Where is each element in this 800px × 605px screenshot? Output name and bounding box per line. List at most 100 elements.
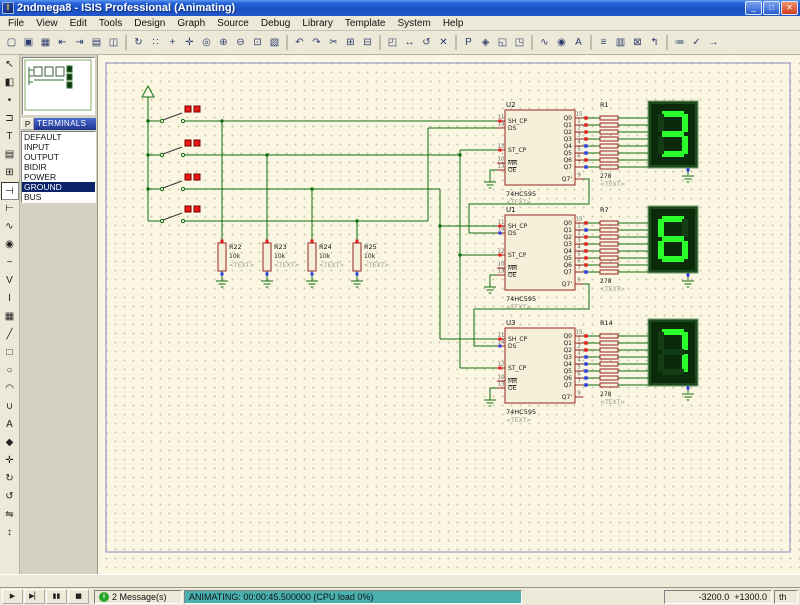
resistor-r25[interactable]: R2510k<TEXT> [351,221,389,287]
new-file-icon[interactable]: ▢ [3,34,20,51]
path-2d-icon[interactable]: ∪ [1,398,19,416]
grid-toggle-icon[interactable]: ∷ [147,34,164,51]
menu-item[interactable]: View [30,18,64,29]
new-sheet-icon[interactable]: ▥ [612,34,629,51]
menu-item[interactable]: Debug [255,18,296,29]
menu-item[interactable]: System [391,18,436,29]
menu-item[interactable]: Edit [64,18,93,29]
paste-icon[interactable]: ⊟ [359,34,376,51]
ic-u3[interactable]: U374HC595<TEXT>SH_CP11DS14ST_CP12MR10OE1… [484,319,583,424]
resistor-network-r1[interactable]: R1278<TEXT> [583,101,648,188]
bus-mode-icon[interactable]: ▤ [1,146,19,164]
text-script-mode-icon[interactable]: T [1,128,19,146]
menu-item[interactable]: Help [437,18,470,29]
message-box[interactable]: i 2 Message(s) [94,590,182,604]
rotate-ccw-icon[interactable]: ↺ [1,488,19,506]
overview-panel[interactable] [22,57,95,115]
goto-sheet-icon[interactable]: ↰ [646,34,663,51]
mirror-y-icon[interactable]: ↕ [1,524,19,542]
menu-item[interactable]: Graph [171,18,211,29]
voltage-probe-mode-icon[interactable]: V [1,272,19,290]
terminal-type-item[interactable]: POWER [22,172,95,182]
menu-item[interactable]: Tools [93,18,128,29]
schematic-editor[interactable]: R2210k<TEXT>R2310k<TEXT>R2410k<TEXT>R251… [98,55,800,574]
menu-item[interactable]: Source [211,18,255,29]
pick-parts-icon[interactable]: P [460,34,477,51]
zoom-all-icon[interactable]: ⊡ [249,34,266,51]
arc-2d-icon[interactable]: ◠ [1,380,19,398]
erc-icon[interactable]: ✓ [688,34,705,51]
circle-2d-icon[interactable]: ○ [1,362,19,380]
design-explorer-icon[interactable]: ≡ [595,34,612,51]
redraw-icon[interactable]: ↻ [130,34,147,51]
symbol-2d-icon[interactable]: ◆ [1,434,19,452]
terminal-type-item[interactable]: DEFAULT [22,132,95,142]
instruments-mode-icon[interactable]: ▦ [1,308,19,326]
tape-recorder-mode-icon[interactable]: ◉ [1,236,19,254]
block-rotate-icon[interactable]: ↺ [418,34,435,51]
seven-seg-display-2[interactable] [648,206,698,287]
rotate-cw-icon[interactable]: ↻ [1,470,19,488]
terminal-type-item[interactable]: GROUND [22,182,95,192]
line-2d-icon[interactable]: ╱ [1,326,19,344]
resistor-r22[interactable]: R2210k<TEXT> [216,121,254,287]
generator-mode-icon[interactable]: ~ [1,254,19,272]
minimize-button[interactable]: _ [745,1,762,15]
cut-icon[interactable]: ✂ [325,34,342,51]
block-copy-icon[interactable]: ◰ [384,34,401,51]
ic-u1[interactable]: U174HC595<TEXT>SH_CP11DS14ST_CP12MR10OE1… [484,206,583,311]
menu-item[interactable]: File [2,18,30,29]
netlist-transfer-icon[interactable]: → [705,34,722,51]
remove-sheet-icon[interactable]: ⊠ [629,34,646,51]
close-button[interactable]: ✕ [781,1,798,15]
decompose-icon[interactable]: ◳ [511,34,528,51]
stop-button[interactable]: ■ [68,589,89,604]
interactive-switch-3[interactable] [160,174,200,191]
title-bar[interactable]: I 2ndmega8 - ISIS Professional (Animatin… [0,0,800,16]
step-button[interactable]: ▶▏ [24,589,45,604]
pan-icon[interactable]: ◎ [198,34,215,51]
terminal-mode-icon[interactable]: ⊣ [1,182,19,200]
box-2d-icon[interactable]: □ [1,344,19,362]
undo-icon[interactable]: ↶ [291,34,308,51]
device-pin-mode-icon[interactable]: ⊢ [1,200,19,218]
cursor-icon[interactable]: ✛ [181,34,198,51]
wire-label-mode-icon[interactable]: ⊐ [1,110,19,128]
make-device-icon[interactable]: ◈ [477,34,494,51]
terminal-type-item[interactable]: INPUT [22,142,95,152]
mark-output-area-icon[interactable]: ◫ [105,34,122,51]
selection-mode-icon[interactable]: ↖ [1,56,19,74]
seven-seg-display-3[interactable] [648,319,698,400]
terminal-type-item[interactable]: BIDIR [22,162,95,172]
ic-u2[interactable]: U274HC595<TEXT>SH_CP11DS14ST_CP12MR10OE1… [484,101,583,206]
zoom-out-icon[interactable]: ⊖ [232,34,249,51]
export-section-icon[interactable]: ⇥ [71,34,88,51]
origin-icon[interactable]: + [164,34,181,51]
redo-icon[interactable]: ↷ [308,34,325,51]
property-assignment-icon[interactable]: A [570,34,587,51]
pause-button[interactable]: ▮▮ [46,589,67,604]
copy-icon[interactable]: ⊞ [342,34,359,51]
terminal-type-item[interactable]: BUS [22,192,95,202]
marker-2d-icon[interactable]: ✛ [1,452,19,470]
current-probe-mode-icon[interactable]: I [1,290,19,308]
interactive-switch-1[interactable] [160,106,200,123]
zoom-in-icon[interactable]: ⊕ [215,34,232,51]
junction-mode-icon[interactable]: • [1,92,19,110]
menu-item[interactable]: Template [339,18,392,29]
menu-item[interactable]: Design [128,18,171,29]
import-section-icon[interactable]: ⇤ [54,34,71,51]
zoom-area-icon[interactable]: ▧ [266,34,283,51]
save-icon[interactable]: ▦ [37,34,54,51]
component-mode-icon[interactable]: ◧ [1,74,19,92]
resistor-network-r7[interactable]: R7278<TEXT> [583,206,648,293]
maximize-button[interactable]: □ [763,1,780,15]
graph-mode-icon[interactable]: ∿ [1,218,19,236]
interactive-switch-4[interactable] [160,206,200,223]
subcircuit-mode-icon[interactable]: ⊞ [1,164,19,182]
power-terminal[interactable] [142,86,154,97]
packaging-tool-icon[interactable]: ◱ [494,34,511,51]
pick-button[interactable]: P [21,118,34,130]
text-2d-icon[interactable]: A [1,416,19,434]
wire-autorouter-icon[interactable]: ∿ [536,34,553,51]
